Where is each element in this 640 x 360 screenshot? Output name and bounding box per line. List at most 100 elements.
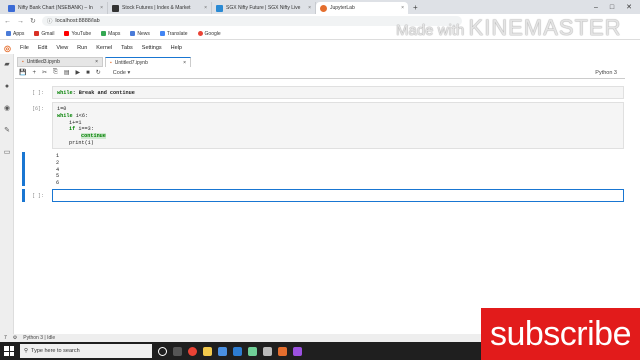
back-icon[interactable]: ← bbox=[4, 18, 11, 25]
folder-taskbar-icon[interactable] bbox=[203, 346, 212, 356]
browser-tab-stock-futures[interactable]: Stock Futures | Index & Market × bbox=[108, 2, 212, 14]
menu-kernel[interactable]: Kernel bbox=[96, 45, 112, 51]
paste-icon[interactable]: ▤ bbox=[64, 69, 70, 76]
browser-tab-nifty-bank[interactable]: Nifty Bank Chart (NSEBANK) – In × bbox=[4, 2, 108, 14]
document-tabs: ▪ Untitled3.ipynb × ▪ Untitled7.ipynb × bbox=[17, 57, 191, 67]
url-text: localhost:8888/lab bbox=[55, 18, 100, 24]
palette-icon[interactable]: ◉ bbox=[0, 98, 14, 120]
store-icon[interactable] bbox=[218, 346, 227, 356]
stop-icon[interactable]: ■ bbox=[86, 70, 90, 76]
close-icon[interactable]: × bbox=[401, 5, 404, 11]
close-icon[interactable]: × bbox=[308, 5, 311, 11]
app-icon[interactable] bbox=[293, 346, 302, 356]
watermark-small: Made with bbox=[396, 22, 465, 39]
taskbar-search[interactable]: ⚲ Type here to search bbox=[20, 344, 152, 358]
news-icon bbox=[130, 31, 136, 36]
chrome-icon[interactable] bbox=[188, 346, 197, 356]
jupyter-menu-bar: ◎ File Edit View Run Kernel Tabs Setting… bbox=[0, 42, 640, 54]
kernel-name[interactable]: Python 3 bbox=[595, 70, 625, 76]
maximize-icon[interactable]: □ bbox=[610, 4, 614, 11]
cell-3-prompt: [ ]: bbox=[31, 193, 44, 199]
app-icon[interactable] bbox=[278, 346, 287, 356]
app-icon[interactable] bbox=[248, 346, 257, 356]
google-icon bbox=[197, 31, 203, 36]
window-controls: – □ ✕ bbox=[594, 0, 640, 14]
gmail-icon bbox=[34, 31, 40, 36]
doc-tab-untitled7[interactable]: ▪ Untitled7.ipynb × bbox=[105, 57, 191, 67]
close-icon[interactable]: × bbox=[100, 5, 103, 11]
bookmark-gmail[interactable]: Gmail bbox=[34, 31, 54, 37]
restart-icon[interactable]: ↻ bbox=[96, 69, 101, 76]
add-cell-icon[interactable]: + bbox=[32, 70, 36, 76]
windows-start-icon[interactable] bbox=[4, 346, 14, 356]
running-icon[interactable]: ● bbox=[0, 76, 14, 98]
notebook-icon: ▪ bbox=[110, 59, 112, 66]
apps-icon bbox=[6, 31, 11, 36]
tab-label: JupyterLab bbox=[330, 5, 355, 11]
kernel-status: Python 3 | Idle bbox=[23, 335, 56, 341]
new-tab-button[interactable]: + bbox=[408, 2, 423, 14]
close-window-icon[interactable]: ✕ bbox=[626, 3, 632, 11]
copy-icon[interactable]: ⎘ bbox=[53, 69, 58, 76]
menu-settings[interactable]: Settings bbox=[142, 45, 162, 51]
bookmark-apps[interactable]: Apps bbox=[6, 31, 24, 37]
doc-tab-label: Untitled7.ipynb bbox=[114, 59, 148, 66]
notebook-toolbar: 💾 + ✂ ⎘ ▤ ▶ ■ ↻ Code ▾ Python 3 bbox=[15, 67, 625, 79]
close-icon[interactable]: × bbox=[204, 5, 207, 11]
menu-file[interactable]: File bbox=[20, 45, 29, 51]
minimize-icon[interactable]: – bbox=[594, 4, 598, 11]
close-icon[interactable]: × bbox=[95, 59, 98, 65]
menu-run[interactable]: Run bbox=[77, 45, 87, 51]
watermark-big: KINEMASTER bbox=[468, 15, 622, 40]
settings-icon[interactable]: ⚙ bbox=[13, 335, 17, 341]
subscribe-banner[interactable]: subscribe bbox=[481, 308, 640, 360]
translate-icon bbox=[159, 31, 165, 36]
tab-label: Nifty Bank Chart (NSEBANK) – In bbox=[18, 5, 93, 11]
youtube-icon bbox=[64, 31, 70, 36]
menu-help[interactable]: Help bbox=[171, 45, 182, 51]
doc-tab-label: Untitled3.ipynb bbox=[26, 59, 60, 65]
tabs-icon[interactable]: ▭ bbox=[0, 142, 14, 164]
run-icon[interactable]: ▶ bbox=[76, 69, 81, 76]
doc-tab-untitled3[interactable]: ▪ Untitled3.ipynb × bbox=[17, 57, 103, 67]
cell-type-select[interactable]: Code ▾ bbox=[113, 70, 130, 76]
cell-collapser[interactable] bbox=[22, 152, 25, 186]
nifty-favicon-icon bbox=[8, 4, 15, 12]
cell-2-prompt: [6]: bbox=[31, 106, 44, 112]
menu-tabs[interactable]: Tabs bbox=[121, 45, 133, 51]
menu-view[interactable]: View bbox=[56, 45, 68, 51]
cell-3-input[interactable] bbox=[52, 189, 624, 202]
cell-1-prompt: [ ]: bbox=[31, 90, 44, 96]
task-view-icon[interactable] bbox=[173, 346, 182, 356]
search-icon: ⚲ bbox=[24, 348, 29, 354]
tab-label: Stock Futures | Index & Market bbox=[122, 5, 191, 11]
cortana-icon[interactable] bbox=[158, 346, 167, 356]
reload-icon[interactable]: ↻ bbox=[30, 17, 36, 25]
cell-2-input[interactable]: i=0 while i<6: i+=1 if i==3: continue pr… bbox=[52, 102, 624, 149]
menu-edit[interactable]: Edit bbox=[38, 45, 47, 51]
mail-icon[interactable] bbox=[233, 346, 242, 356]
bookmark-maps[interactable]: Maps bbox=[101, 31, 120, 37]
forward-icon[interactable]: → bbox=[17, 18, 24, 25]
bookmark-youtube[interactable]: YouTube bbox=[64, 31, 91, 37]
kinemaster-watermark: Made with KINEMASTER bbox=[396, 15, 622, 41]
cell-2-output: 1 2 4 5 6 bbox=[56, 153, 60, 187]
notebook-icon: ▪ bbox=[22, 59, 24, 65]
close-icon[interactable]: × bbox=[183, 60, 186, 66]
bookmark-news[interactable]: News bbox=[130, 31, 150, 37]
cell-1-input[interactable]: while: Break and continue bbox=[52, 86, 624, 99]
left-sidebar: ▰ ● ◉ ✎ ▭ bbox=[0, 54, 14, 334]
folder-icon[interactable]: ▰ bbox=[0, 54, 14, 76]
browser-tab-bar: Nifty Bank Chart (NSEBANK) – In × Stock … bbox=[0, 0, 640, 14]
cut-icon[interactable]: ✂ bbox=[42, 69, 47, 76]
app-icon[interactable] bbox=[263, 346, 272, 356]
browser-tab-jupyterlab[interactable]: JupyterLab × bbox=[316, 2, 408, 14]
taskbar-search-placeholder: Type here to search bbox=[31, 348, 80, 354]
browser-tab-sgx-nifty[interactable]: SGX Nifty Future | SGX Nifty Live × bbox=[212, 2, 316, 14]
status-mode: 7 bbox=[4, 335, 7, 341]
wrench-icon[interactable]: ✎ bbox=[0, 120, 14, 142]
maps-icon bbox=[101, 31, 107, 36]
bookmark-translate[interactable]: Translate bbox=[159, 31, 188, 37]
save-icon[interactable]: 💾 bbox=[19, 69, 26, 76]
bookmark-google[interactable]: Google bbox=[197, 31, 221, 37]
